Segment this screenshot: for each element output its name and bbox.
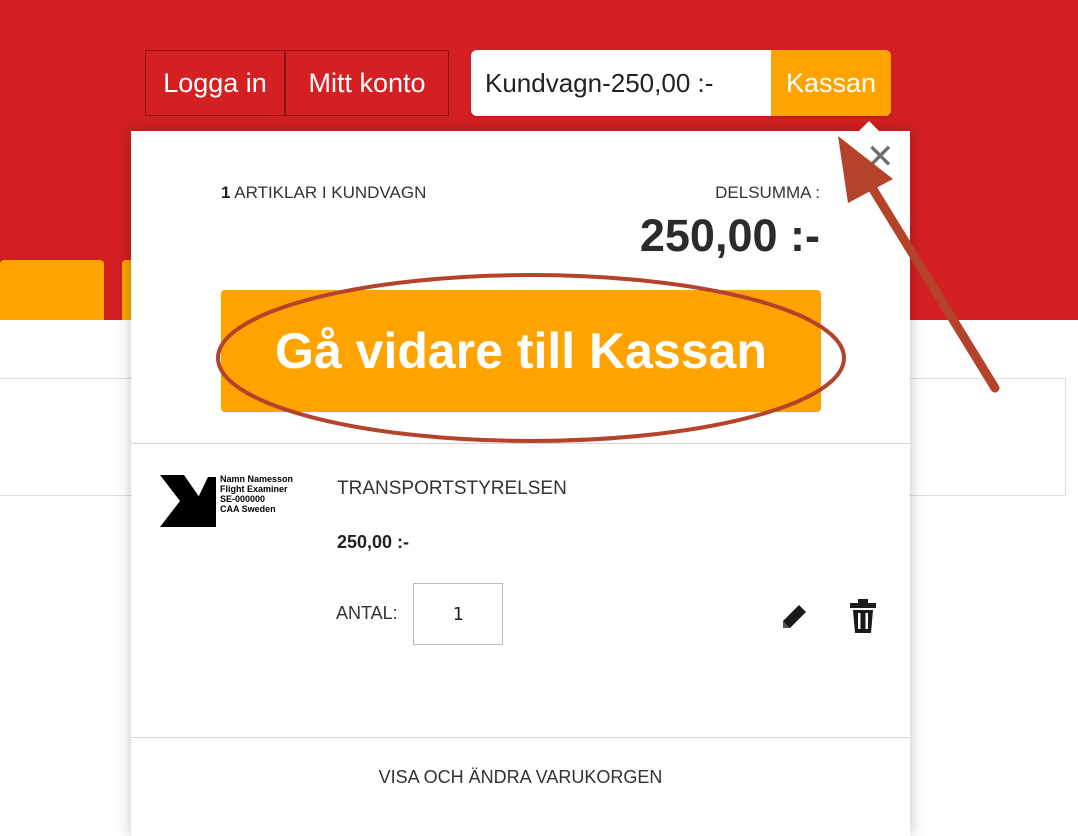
nav-tab-left[interactable] [0,260,104,320]
thumb-text-4: CAA Sweden [220,504,276,514]
thumb-text-1: Namn Namesson [220,474,293,484]
dropdown-caret [858,121,880,132]
cart-summary-pill: Kundvagn-250,00 :- Kassan [471,50,891,116]
subtotal-label: DELSUMMA : [715,183,820,202]
divider [131,443,910,444]
product-name[interactable]: TRANSPORTSTYRELSEN [337,478,567,500]
my-account-button[interactable]: Mitt konto [285,50,449,116]
product-thumbnail-image: Namn Namesson Flight Examiner SE-000000 … [160,474,293,527]
trash-icon-svg [850,599,876,633]
item-count-text: ARTIKLAR I KUNDVAGN [234,183,427,202]
cart-item-count: 1 ARTIKLAR I KUNDVAGN [221,183,426,203]
trash-icon[interactable] [848,598,878,639]
login-button[interactable]: Logga in [145,50,285,116]
divider [131,737,910,738]
pencil-icon[interactable] [780,603,808,636]
thumb-text-2: Flight Examiner [220,484,288,494]
proceed-to-checkout-button[interactable]: Gå vidare till Kassan [221,290,821,412]
cart-summary-label[interactable]: Kundvagn-250,00 :- [471,50,771,116]
close-icon[interactable]: ✕ [866,140,895,174]
view-edit-cart-link[interactable]: VISA OCH ÄNDRA VARUKORGEN [131,767,910,788]
item-count-number: 1 [221,183,231,202]
product-thumbnail[interactable]: Namn Namesson Flight Examiner SE-000000 … [158,473,318,533]
thumb-text-3: SE-000000 [220,494,265,504]
checkout-button[interactable]: Kassan [771,50,891,116]
quantity-label: ANTAL: [336,603,398,623]
quantity-input[interactable] [413,583,503,645]
product-price: 250,00 :- [337,532,410,552]
subtotal-value: 250,00 :- [639,210,820,261]
pencil-icon-svg [783,605,806,628]
